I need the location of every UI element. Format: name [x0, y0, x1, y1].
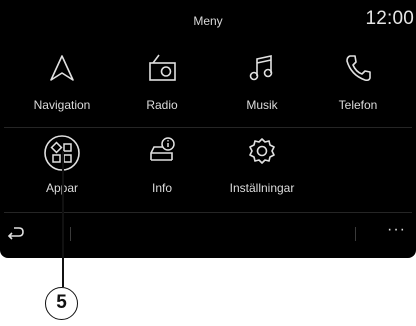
- app-radio[interactable]: Radio: [122, 53, 202, 113]
- row-divider: [4, 127, 412, 128]
- app-music[interactable]: Musik: [222, 53, 302, 113]
- app-label: Info: [151, 181, 172, 195]
- app-info[interactable]: Info: [122, 136, 202, 196]
- gear-icon: [247, 136, 277, 171]
- callout-leader-line: [62, 151, 64, 287]
- app-label: Radio: [146, 98, 178, 112]
- callout-number: 5: [45, 287, 78, 320]
- car-info-icon: [145, 136, 179, 171]
- app-label: Inställningar: [229, 181, 295, 195]
- navigation-arrow-icon: [48, 53, 76, 88]
- radio-icon: [145, 53, 179, 88]
- back-arrow-icon[interactable]: [6, 224, 26, 245]
- music-note-icon: [248, 53, 276, 88]
- bar-divider: [355, 227, 356, 241]
- bar-divider: [70, 227, 71, 241]
- screen-title: Meny: [193, 14, 223, 28]
- phone-icon: [343, 53, 373, 88]
- more-options-button[interactable]: ···: [387, 221, 406, 239]
- app-installningar[interactable]: Inställningar: [222, 136, 302, 196]
- row-divider: [4, 212, 412, 213]
- app-telefon[interactable]: Telefon: [318, 53, 398, 113]
- clock: 12:00: [365, 8, 414, 29]
- app-label: Navigation: [33, 98, 91, 112]
- app-label: Musik: [246, 98, 278, 112]
- app-navigation[interactable]: Navigation: [22, 53, 102, 113]
- app-label: Telefon: [338, 98, 378, 112]
